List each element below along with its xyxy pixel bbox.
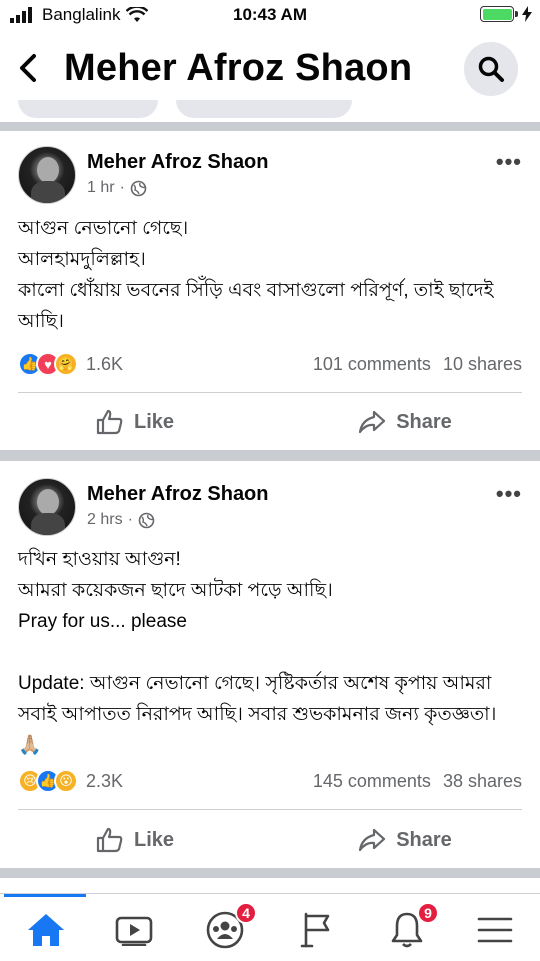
back-button[interactable] (14, 50, 42, 86)
post-line (18, 637, 528, 668)
post-actions: Like Share (0, 397, 540, 447)
post-line: আগুন নেভানো গেছে। (18, 218, 189, 239)
status-time: 10:43 AM (232, 5, 307, 24)
post-meta: 2 hrs · (87, 511, 155, 529)
reaction-icons[interactable]: 😢 👍 😮 (18, 769, 78, 793)
wow-icon: 😮 (54, 769, 78, 793)
shares-count[interactable]: 10 shares (443, 354, 522, 375)
care-icon: 🤗 (54, 352, 78, 376)
more-options-button[interactable]: ••• (496, 149, 522, 175)
comments-count[interactable]: 145 comments (313, 771, 431, 792)
post-actions: Like Share (0, 815, 540, 865)
tab-groups[interactable]: 4 (203, 902, 257, 952)
hamburger-menu-icon (477, 917, 513, 943)
battery-icon (480, 6, 518, 22)
search-button[interactable] (464, 42, 518, 96)
filter-chip[interactable] (18, 100, 158, 118)
post-meta: 1 hr · (87, 179, 147, 197)
tab-pages[interactable] (295, 908, 339, 952)
post-line: দখিন হাওয়ায় আগুন! (18, 549, 181, 570)
like-button[interactable]: Like (0, 397, 270, 447)
like-label: Like (133, 410, 175, 433)
bottom-nav: 4 9 (0, 893, 540, 961)
more-options-button[interactable]: ••• (496, 481, 522, 507)
post-line: কালো ধোঁয়ায় ভবনের সিঁড়ি এবং বাসাগুলো … (18, 280, 494, 332)
page-header: Meher Afroz Shaon (0, 36, 540, 100)
post-line: Pray for us... please (18, 611, 187, 632)
active-tab-indicator (4, 894, 86, 897)
flag-icon (300, 912, 330, 948)
post-time[interactable]: 1 hr (87, 179, 115, 197)
tab-home[interactable] (24, 908, 68, 952)
like-label: Like (133, 828, 175, 851)
charging-icon (522, 6, 532, 22)
divider (18, 809, 522, 810)
filter-chips (0, 100, 540, 120)
post-text: দখিন হাওয়ায় আগুন! আমরা কয়েকজন ছাদে আট… (18, 544, 528, 761)
home-icon (28, 914, 64, 946)
filter-chip[interactable] (176, 100, 352, 118)
tab-menu[interactable] (473, 908, 517, 952)
post: Meher Afroz Shaon 1 hr · ••• আগুন নেভানো… (0, 131, 540, 450)
pray-emoji: 🙏🏼 (18, 735, 42, 756)
divider (18, 392, 522, 393)
reactions-row: 😢 👍 😮 2.3K 145 comments 38 shares (18, 766, 522, 796)
like-button[interactable]: Like (0, 815, 270, 865)
globe-icon (130, 180, 147, 196)
share-button[interactable]: Share (270, 397, 540, 447)
avatar[interactable] (18, 478, 76, 536)
reaction-icons[interactable]: 👍 ♥ 🤗 (18, 352, 78, 376)
post-text: আগুন নেভানো গেছে। আলহামদুলিল্লাহ। কালো ধ… (18, 213, 528, 337)
page-title: Meher Afroz Shaon (64, 47, 413, 89)
globe-icon (138, 512, 155, 528)
post-line: আলহামদুলিল্লাহ। (18, 249, 146, 270)
comments-count[interactable]: 101 comments (313, 354, 431, 375)
section-divider (0, 450, 540, 461)
share-label: Share (396, 828, 452, 851)
share-label: Share (396, 410, 452, 433)
thumbs-up-icon (96, 827, 123, 853)
battery-area (480, 6, 532, 22)
post-line: আমরা কয়েকজন ছাদে আটকা পড়ে আছি। (18, 580, 333, 601)
share-icon (359, 828, 386, 852)
notifications-badge: 9 (417, 902, 439, 924)
reactions-row: 👍 ♥ 🤗 1.6K 101 comments 10 shares (18, 349, 522, 379)
reaction-count[interactable]: 2.3K (86, 771, 123, 792)
engagement-counts: 101 comments 10 shares (313, 354, 522, 375)
engagement-counts: 145 comments 38 shares (313, 771, 522, 792)
share-button[interactable]: Share (270, 815, 540, 865)
section-divider (0, 122, 540, 131)
share-icon (359, 410, 386, 434)
post-time[interactable]: 2 hrs (87, 511, 123, 529)
reaction-count[interactable]: 1.6K (86, 354, 123, 375)
groups-badge: 4 (235, 902, 257, 924)
chevron-left-icon (20, 54, 36, 82)
section-divider (0, 868, 540, 878)
post-author[interactable]: Meher Afroz Shaon (87, 151, 269, 174)
tab-notifications[interactable]: 9 (385, 902, 439, 952)
status-bar: Banglalink 10:43 AM (0, 0, 540, 32)
post: Meher Afroz Shaon 2 hrs · ••• দখিন হাওয়… (0, 461, 540, 868)
video-icon (115, 916, 153, 946)
thumbs-up-icon (96, 409, 123, 435)
post-author[interactable]: Meher Afroz Shaon (87, 483, 269, 506)
shares-count[interactable]: 38 shares (443, 771, 522, 792)
avatar[interactable] (18, 146, 76, 204)
post-line: Update: আগুন নেভানো গেছে। সৃষ্টিকর্তার অ… (18, 673, 497, 725)
search-icon (478, 56, 504, 82)
tab-watch[interactable] (112, 908, 156, 952)
